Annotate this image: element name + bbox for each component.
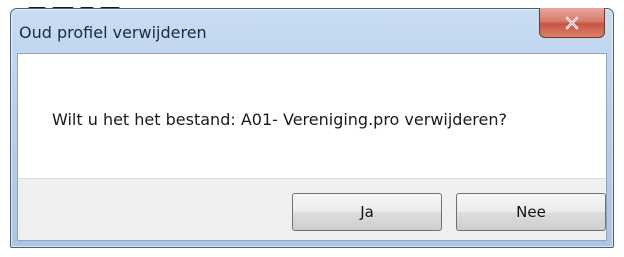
dialog-title: Oud profiel verwijderen <box>19 23 207 42</box>
close-icon <box>565 16 579 29</box>
dialog-body: Wilt u het het bestand: A01- Vereniging.… <box>17 53 607 241</box>
close-button[interactable] <box>539 8 605 38</box>
dialog-titlebar[interactable]: Oud profiel verwijderen <box>11 8 613 53</box>
message-area: Wilt u het het bestand: A01- Vereniging.… <box>18 54 606 178</box>
button-bar: Ja Nee <box>18 178 606 240</box>
confirmation-message: Wilt u het het bestand: A01- Vereniging.… <box>52 110 507 129</box>
dialog-window: Oud profiel verwijderen Wilt u het het b… <box>10 8 614 248</box>
no-button[interactable]: Nee <box>456 193 606 231</box>
yes-button[interactable]: Ja <box>292 193 442 231</box>
